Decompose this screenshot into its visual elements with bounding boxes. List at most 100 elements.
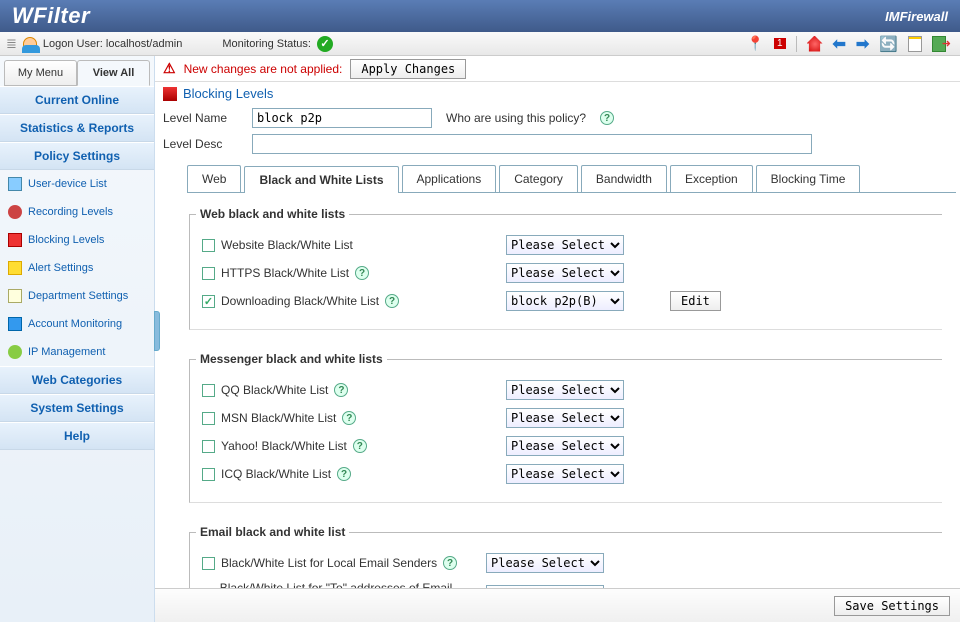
sidebar-item-alert-settings[interactable]: Alert Settings — [0, 254, 154, 282]
department-icon — [8, 289, 22, 303]
sidebar-collapse-handle[interactable] — [154, 311, 160, 351]
sidebar-item-ip-management[interactable]: IP Management — [0, 338, 154, 366]
https-bw-label: HTTPS Black/White List — [221, 266, 349, 280]
email-lists-fieldset: Email black and white list Black/White L… — [189, 525, 942, 588]
downloading-bw-select[interactable]: block p2p(B) — [506, 291, 624, 311]
downloading-bw-checkbox[interactable]: ✓ — [202, 295, 215, 308]
home-icon[interactable] — [807, 36, 823, 52]
ip-icon — [8, 345, 22, 359]
tab-exception[interactable]: Exception — [670, 165, 753, 192]
sidebar-item-user-device-list[interactable]: User-device List — [0, 170, 154, 198]
sidebar-head-policy-settings[interactable]: Policy Settings — [0, 142, 154, 170]
back-icon[interactable]: ⬅ — [833, 34, 846, 54]
sidebar-item-account-monitoring[interactable]: Account Monitoring — [0, 310, 154, 338]
tab-applications[interactable]: Applications — [402, 165, 497, 192]
msn-bw-checkbox[interactable] — [202, 412, 215, 425]
changes-alert-bar: ⚠ New changes are not applied: Apply Cha… — [155, 56, 960, 82]
msn-bw-select[interactable]: Please Select — [506, 408, 624, 428]
help-icon[interactable]: ? — [353, 439, 367, 453]
sidebar-head-web-categories[interactable]: Web Categories — [0, 366, 154, 394]
tab-web[interactable]: Web — [187, 165, 241, 192]
https-bw-select[interactable]: Please Select — [506, 263, 624, 283]
document-icon[interactable] — [908, 36, 922, 52]
icq-bw-checkbox[interactable] — [202, 468, 215, 481]
messenger-lists-fieldset: Messenger black and white lists QQ Black… — [189, 352, 942, 503]
email-senders-bw-label: Black/White List for Local Email Senders — [221, 556, 437, 570]
website-bw-label: Website Black/White List — [221, 238, 353, 252]
sidebar-head-system-settings[interactable]: System Settings — [0, 394, 154, 422]
footer-bar: Save Settings — [155, 588, 960, 622]
edit-button[interactable]: Edit — [670, 291, 721, 311]
https-bw-checkbox[interactable] — [202, 267, 215, 280]
brand-label: IMFirewall — [885, 9, 948, 24]
pin-icon[interactable]: 📍 — [747, 35, 764, 52]
sidebar-item-label: Account Monitoring — [28, 318, 122, 330]
email-senders-bw-checkbox[interactable] — [202, 557, 215, 570]
sidebar-item-label: Alert Settings — [28, 262, 93, 274]
website-bw-checkbox[interactable] — [202, 239, 215, 252]
help-icon[interactable]: ? — [337, 467, 351, 481]
save-settings-button[interactable]: Save Settings — [834, 596, 950, 616]
email-senders-bw-select[interactable]: Please Select — [486, 553, 604, 573]
exit-icon[interactable] — [932, 36, 946, 52]
logon-user-text: Logon User: localhost/admin — [43, 38, 182, 50]
sidebar-item-department-settings[interactable]: Department Settings — [0, 282, 154, 310]
qq-bw-select[interactable]: Please Select — [506, 380, 624, 400]
status-ok-icon: ✓ — [317, 36, 333, 52]
sidebar-head-current-online[interactable]: Current Online — [0, 86, 154, 114]
tab-black-white-lists[interactable]: Black and White Lists — [244, 166, 398, 193]
sidebar: My Menu View All Current Online Statisti… — [0, 56, 155, 622]
sidebar-item-label: Recording Levels — [28, 206, 113, 218]
yahoo-bw-select[interactable]: Please Select — [506, 436, 624, 456]
web-lists-legend: Web black and white lists — [196, 207, 349, 221]
tab-bandwidth[interactable]: Bandwidth — [581, 165, 667, 192]
website-bw-select[interactable]: Please Select — [506, 235, 624, 255]
who-using-policy-link[interactable]: Who are using this policy? — [446, 111, 586, 125]
menu-icon[interactable]: ≣ — [6, 36, 17, 52]
alert-icon — [8, 261, 22, 275]
qq-bw-label: QQ Black/White List — [221, 383, 328, 397]
qq-bw-checkbox[interactable] — [202, 384, 215, 397]
help-icon[interactable]: ? — [342, 411, 356, 425]
sidebar-tab-view-all[interactable]: View All — [77, 60, 150, 86]
messenger-lists-legend: Messenger black and white lists — [196, 352, 387, 366]
yahoo-bw-label: Yahoo! Black/White List — [221, 439, 347, 453]
tab-category[interactable]: Category — [499, 165, 578, 192]
top-toolbar: ≣ Logon User: localhost/admin Monitoring… — [0, 32, 960, 56]
yahoo-bw-checkbox[interactable] — [202, 440, 215, 453]
level-name-input[interactable] — [252, 108, 432, 128]
forward-icon[interactable]: ➡ — [856, 34, 869, 54]
content-area: ⚠ New changes are not applied: Apply Cha… — [155, 56, 960, 622]
icq-bw-label: ICQ Black/White List — [221, 467, 331, 481]
level-desc-input[interactable] — [252, 134, 812, 154]
help-icon[interactable]: ? — [443, 556, 457, 570]
refresh-icon[interactable]: 🔄 — [879, 35, 898, 53]
policy-tab-row: Web Black and White Lists Applications C… — [187, 165, 956, 193]
page-title: Blocking Levels — [183, 86, 273, 101]
sidebar-item-label: User-device List — [28, 178, 107, 190]
record-icon — [8, 205, 22, 219]
monitoring-status-label: Monitoring Status: — [222, 38, 311, 50]
help-icon[interactable]: ? — [600, 111, 614, 125]
block-icon — [8, 233, 22, 247]
tab-blocking-time[interactable]: Blocking Time — [756, 165, 861, 192]
sidebar-head-help[interactable]: Help — [0, 422, 154, 450]
sidebar-item-label: Blocking Levels — [28, 234, 104, 246]
help-icon[interactable]: ? — [334, 383, 348, 397]
level-desc-label: Level Desc — [163, 137, 238, 151]
sidebar-item-recording-levels[interactable]: Recording Levels — [0, 198, 154, 226]
changes-alert-text: New changes are not applied: — [184, 62, 343, 76]
alert-count-badge[interactable]: 1 — [774, 38, 786, 49]
icq-bw-select[interactable]: Please Select — [506, 464, 624, 484]
web-lists-fieldset: Web black and white lists Website Black/… — [189, 207, 942, 330]
email-lists-legend: Email black and white list — [196, 525, 349, 539]
downloading-bw-label: Downloading Black/White List — [221, 294, 379, 308]
help-icon[interactable]: ? — [355, 266, 369, 280]
user-icon — [23, 37, 37, 51]
sidebar-head-statistics[interactable]: Statistics & Reports — [0, 114, 154, 142]
warning-icon: ⚠ — [163, 60, 176, 77]
sidebar-tab-my-menu[interactable]: My Menu — [4, 60, 77, 86]
help-icon[interactable]: ? — [385, 294, 399, 308]
sidebar-item-blocking-levels[interactable]: Blocking Levels — [0, 226, 154, 254]
apply-changes-button[interactable]: Apply Changes — [350, 59, 466, 79]
